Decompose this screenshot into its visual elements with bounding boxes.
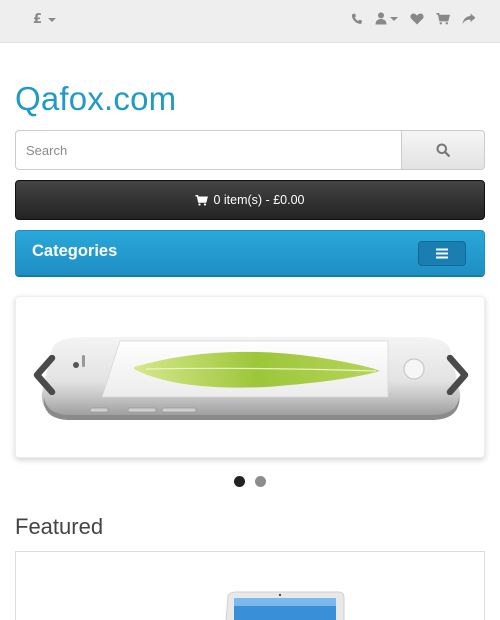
cart-button[interactable]: 0 item(s) - £0.00 <box>15 180 485 220</box>
menu-toggle-button[interactable] <box>418 241 466 266</box>
currency-dropdown[interactable]: £ <box>33 12 57 27</box>
chevron-down-icon <box>390 16 398 21</box>
cart-total: 0 item(s) - £0.00 <box>213 193 305 207</box>
chevron-down-icon <box>48 17 57 22</box>
user-icon <box>375 12 387 25</box>
slide-pagination <box>0 476 500 487</box>
search-icon <box>436 143 450 157</box>
search-input[interactable] <box>15 130 401 170</box>
slide-dot-1[interactable] <box>234 476 245 487</box>
phone-icon[interactable] <box>351 13 363 25</box>
account-dropdown[interactable] <box>375 12 398 25</box>
slide-prev-button[interactable] <box>32 354 58 399</box>
currency-symbol: £ <box>33 12 43 27</box>
chevron-left-icon <box>33 354 56 396</box>
cart-icon[interactable] <box>436 12 450 25</box>
slideshow <box>15 296 485 458</box>
site-logo[interactable]: Qafox.com <box>15 80 176 118</box>
featured-heading: Featured <box>15 514 104 539</box>
slide-next-button[interactable] <box>444 354 470 399</box>
categories-label: Categories <box>32 242 118 260</box>
share-icon[interactable] <box>462 13 476 25</box>
chevron-right-icon <box>446 354 469 396</box>
top-bar: £ <box>0 0 500 43</box>
product-card[interactable] <box>15 551 485 620</box>
slide-dot-2[interactable] <box>255 476 266 487</box>
top-links <box>351 12 476 25</box>
search-button[interactable] <box>401 130 485 170</box>
search-bar <box>15 130 485 170</box>
slide-image <box>41 337 461 420</box>
hamburger-icon <box>436 248 448 259</box>
cart-icon <box>196 194 209 206</box>
categories-menu: Categories <box>15 230 485 275</box>
product-image[interactable] <box>16 552 486 620</box>
heart-icon[interactable] <box>410 13 424 25</box>
